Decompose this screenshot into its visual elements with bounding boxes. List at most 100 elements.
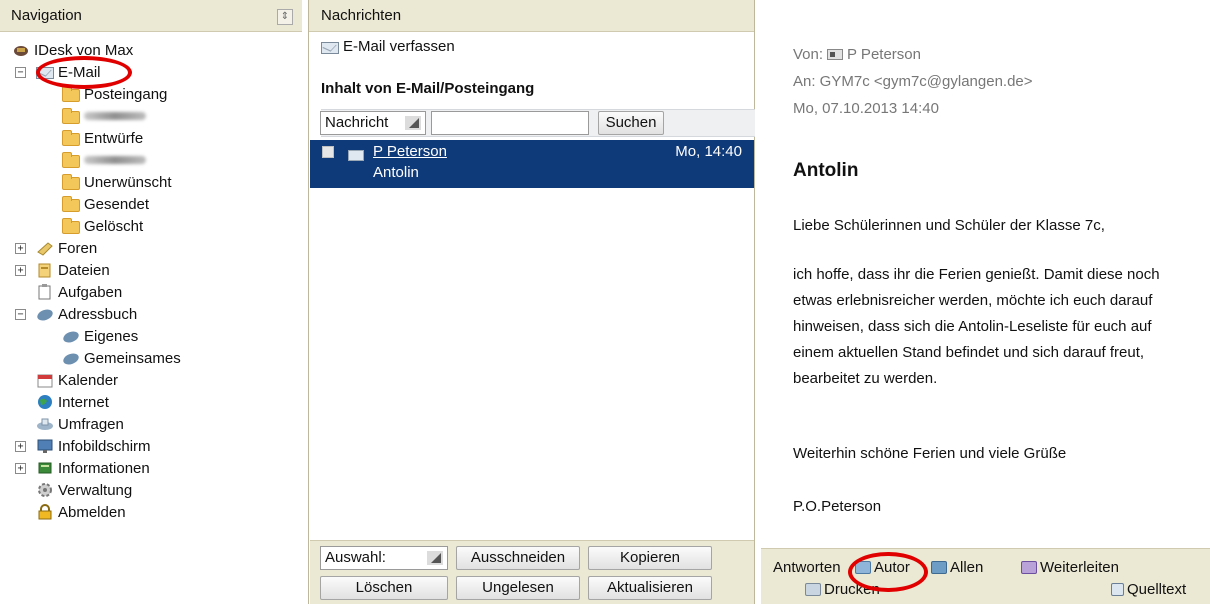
tree-item-redacted-folder[interactable] xyxy=(62,149,146,171)
redacted-label xyxy=(84,112,146,120)
information-icon xyxy=(36,460,54,476)
expand-infobildschirm-icon[interactable]: + xyxy=(15,441,26,452)
dropdown-arrow-icon xyxy=(405,116,421,130)
tree-item-eigenes[interactable]: Eigenes xyxy=(62,325,138,347)
globe-icon xyxy=(36,394,54,410)
unread-mail-icon xyxy=(348,150,364,161)
tree-item-label: Gesendet xyxy=(84,195,150,213)
reading-pane: Von: P Peterson An: GYM7c <gym7c@gylangen… xyxy=(761,0,1210,604)
messages-panel: Nachrichten E-Mail verfassen Inhalt von … xyxy=(308,0,755,604)
folder-icon xyxy=(62,107,80,124)
tree-item-gemeinsames[interactable]: Gemeinsames xyxy=(62,347,181,369)
survey-icon xyxy=(36,416,54,432)
source-label: Quelltext xyxy=(1127,581,1187,598)
folder-icon xyxy=(62,129,80,146)
collapse-adressbuch-icon[interactable]: − xyxy=(15,309,26,320)
refresh-button[interactable]: Aktualisieren xyxy=(588,576,712,600)
delete-button[interactable]: Löschen xyxy=(320,576,448,600)
selection-select[interactable]: Auswahl: xyxy=(320,546,448,570)
from-name[interactable]: P Peterson xyxy=(847,46,921,63)
tree-item-gesendet[interactable]: Gesendet xyxy=(62,193,149,215)
contact-card-icon xyxy=(827,49,844,60)
email-subject: Antolin xyxy=(793,160,859,181)
compose-label: E-Mail verfassen xyxy=(343,38,455,55)
tree-item-dateien[interactable]: Dateien xyxy=(36,259,110,281)
filter-select-value: Nachricht xyxy=(325,114,389,131)
tree-item-label: Internet xyxy=(58,393,109,411)
tree-item-informationen[interactable]: Informationen xyxy=(36,457,150,479)
expand-foren-icon[interactable]: + xyxy=(15,243,26,254)
folder-icon xyxy=(62,217,80,234)
tree-item-label: Gemeinsames xyxy=(84,349,181,367)
mark-unread-button[interactable]: Ungelesen xyxy=(456,576,580,600)
navigation-header: Navigation ⇕ xyxy=(0,0,302,32)
addressbook-icon xyxy=(62,350,80,366)
search-input[interactable] xyxy=(431,111,589,135)
tree-item-label: Gelöscht xyxy=(84,217,144,235)
tree-item-label: Dateien xyxy=(58,261,110,279)
tree-item-aufgaben[interactable]: Aufgaben xyxy=(36,281,122,303)
tree-item-entwuerfe[interactable]: Entwürfe xyxy=(62,127,143,149)
message-row[interactable]: P Peterson Antolin Mo, 14:40 xyxy=(310,140,754,188)
collapse-email-icon[interactable]: − xyxy=(15,67,26,78)
tree-item-geloescht[interactable]: Gelöscht xyxy=(62,215,143,237)
copy-button[interactable]: Kopieren xyxy=(588,546,712,570)
collapse-panel-icon[interactable]: ⇕ xyxy=(277,9,293,25)
email-body-paragraph: ich hoffe, dass ihr die Ferien genießt. … xyxy=(793,266,1160,387)
tree-item-label: Kalender xyxy=(58,371,119,389)
forward-label: Weiterleiten xyxy=(1040,559,1119,576)
tree-item-kalender[interactable]: Kalender xyxy=(36,369,118,391)
filter-select[interactable]: Nachricht xyxy=(320,111,426,135)
reply-label: Antworten xyxy=(773,559,841,576)
message-sender[interactable]: P Peterson xyxy=(373,143,447,160)
compose-email-link[interactable]: E-Mail verfassen xyxy=(321,38,455,55)
reader-actions-bar: Antworten Autor Allen Weiterleiten Druck… xyxy=(761,548,1210,604)
tasks-icon xyxy=(36,284,54,300)
expand-dateien-icon[interactable]: + xyxy=(15,265,26,276)
forum-icon xyxy=(36,240,54,256)
reply-all-icon xyxy=(931,561,947,574)
forward-icon xyxy=(1021,561,1037,574)
message-subject: Antolin xyxy=(373,164,419,181)
redacted-label xyxy=(84,156,146,164)
calendar-icon xyxy=(36,372,54,388)
dropdown-arrow-icon xyxy=(427,551,443,565)
tree-item-label: Informationen xyxy=(58,459,150,477)
tree-item-internet[interactable]: Internet xyxy=(36,391,109,413)
navigation-panel: Navigation ⇕ IDesk von Max − E-Mail Post… xyxy=(0,0,302,604)
reply-all-label: Allen xyxy=(950,559,984,576)
folder-icon xyxy=(62,151,80,168)
reply-all-button[interactable]: Allen xyxy=(931,559,983,576)
idesk-icon xyxy=(12,42,30,58)
tree-item-label: Entwürfe xyxy=(84,129,144,147)
tree-item-infobildschirm[interactable]: Infobildschirm xyxy=(36,435,151,457)
tree-item-label: Unerwünscht xyxy=(84,173,172,191)
tree-item-redacted-folder[interactable] xyxy=(62,105,146,127)
tree-item-adressbuch[interactable]: Adressbuch xyxy=(36,303,137,325)
tree-item-verwaltung[interactable]: Verwaltung xyxy=(36,479,132,501)
to-line: An: GYM7c <gym7c@gylangen.de> xyxy=(793,73,1033,90)
author-highlight-ring xyxy=(848,552,928,592)
inbox-title: Inhalt von E-Mail/Posteingang xyxy=(321,80,535,97)
document-icon xyxy=(1111,583,1124,596)
tree-item-label: Umfragen xyxy=(58,415,124,433)
source-button[interactable]: Quelltext xyxy=(1111,581,1186,598)
navigation-title: Navigation xyxy=(11,7,82,24)
cut-button[interactable]: Ausschneiden xyxy=(456,546,580,570)
expand-informationen-icon[interactable]: + xyxy=(15,463,26,474)
email-signature: P.O.Peterson xyxy=(793,498,882,515)
messages-title: Nachrichten xyxy=(321,7,402,24)
tree-item-label: Infobildschirm xyxy=(58,437,151,455)
tree-item-label: Verwaltung xyxy=(58,481,133,499)
message-checkbox[interactable] xyxy=(322,146,334,158)
tree-item-foren[interactable]: Foren xyxy=(36,237,97,259)
tree-item-umfragen[interactable]: Umfragen xyxy=(36,413,124,435)
tree-item-abmelden[interactable]: Abmelden xyxy=(36,501,126,523)
tree-item-label: Abmelden xyxy=(58,503,126,521)
forward-button[interactable]: Weiterleiten xyxy=(1021,559,1119,576)
messages-header: Nachrichten xyxy=(309,0,754,32)
tree-item-label: Foren xyxy=(58,239,98,257)
tree-item-unerwuenscht[interactable]: Unerwünscht xyxy=(62,171,172,193)
files-icon xyxy=(36,262,54,278)
search-button[interactable]: Suchen xyxy=(598,111,664,135)
